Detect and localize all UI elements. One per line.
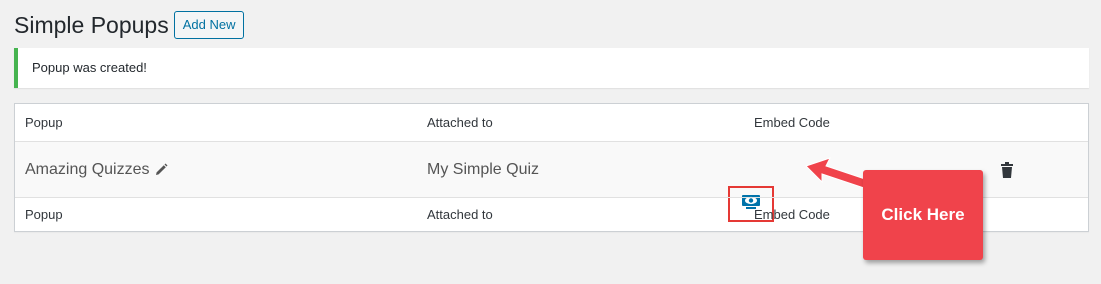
popup-name[interactable]: Amazing Quizzes — [25, 161, 150, 179]
pencil-icon[interactable] — [154, 163, 168, 177]
callout-text: Click Here — [881, 205, 965, 224]
column-header-popup: Popup — [25, 115, 63, 130]
attached-to-cell: My Simple Quiz — [427, 160, 540, 178]
column-footer-attached-to: Attached to — [427, 207, 493, 222]
page-header: Simple Popups Add New — [14, 10, 245, 40]
delete-cell — [1000, 142, 1014, 197]
column-header-embed-code: Embed Code — [754, 115, 830, 130]
trash-icon[interactable] — [1000, 161, 1014, 178]
notice-message: Popup was created! — [32, 60, 147, 75]
popup-name-cell: Amazing Quizzes — [25, 142, 168, 197]
click-here-callout: Click Here — [863, 170, 983, 260]
add-new-button[interactable]: Add New — [173, 11, 245, 39]
column-footer-embed-code: Embed Code — [754, 207, 830, 222]
page-title: Simple Popups — [14, 12, 169, 38]
column-footer-popup: Popup — [25, 207, 63, 222]
column-header-attached-to: Attached to — [427, 115, 493, 130]
table-header-row: Popup Attached to Embed Code — [15, 104, 1088, 142]
success-notice: Popup was created! — [14, 48, 1089, 88]
callout-arrow-icon — [805, 157, 869, 189]
